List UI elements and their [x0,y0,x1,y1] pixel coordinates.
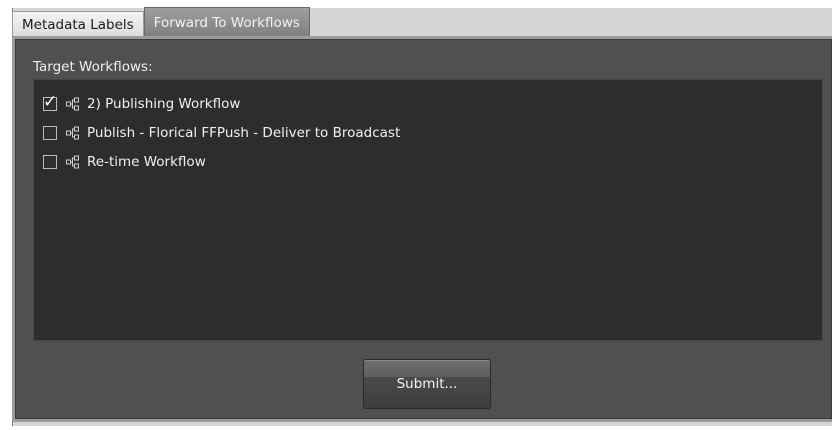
workflow-checkbox[interactable] [43,155,57,169]
workflow-checkbox[interactable] [43,126,57,140]
workflow-icon [66,126,79,140]
list-item[interactable]: ✓ 2) Publishing Workflow [43,92,241,115]
workflow-checkbox[interactable]: ✓ [43,92,57,112]
target-workflows-label: Target Workflows: [33,59,153,75]
tab-forward-to-workflows[interactable]: Forward To Workflows [143,7,310,37]
list-item[interactable]: Re-time Workflow [43,151,206,173]
workflow-icon [66,155,79,169]
submit-button[interactable]: Submit... [363,359,491,409]
checkmark-icon: ✓ [43,92,58,112]
workflow-label: 2) Publishing Workflow [87,96,241,112]
tab-bar: Metadata Labels Forward To Workflows [12,7,310,37]
workflow-icon [66,97,79,111]
forward-to-workflows-panel: Target Workflows: ✓ 2) Publishing Workfl… [12,36,832,422]
tab-metadata-labels[interactable]: Metadata Labels [12,11,144,37]
workflow-label: Re-time Workflow [87,154,206,170]
workflow-label: Publish - Florical FFPush - Deliver to B… [87,125,401,141]
list-item[interactable]: Publish - Florical FFPush - Deliver to B… [43,122,400,144]
workflow-list: ✓ 2) Publishing Workflow Publish - Flori… [33,79,823,341]
